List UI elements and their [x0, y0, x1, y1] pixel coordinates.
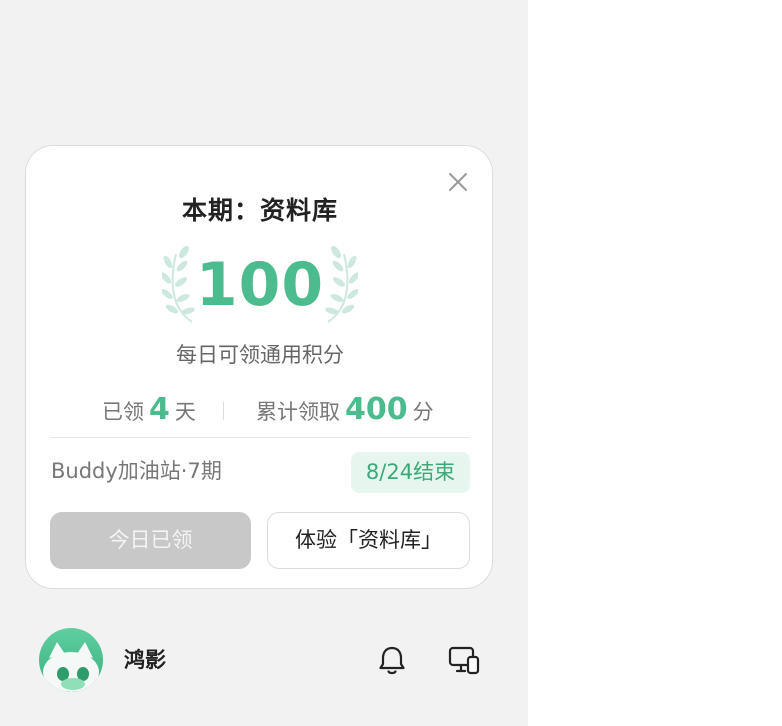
- page: 本期：资料库 100 每日可领通用积分 已领 4 天 累计领取 400 分 Bu…: [0, 0, 782, 726]
- points-value: 100: [195, 250, 325, 320]
- card-title: 本期：资料库: [181, 196, 338, 225]
- total-points-prefix: 累计领取: [256, 400, 340, 424]
- end-date-badge: 8/24结束: [351, 452, 470, 493]
- laurel-right-icon: [325, 245, 358, 323]
- claimed-days-stat: 已领 4 天: [102, 390, 196, 430]
- claimed-days-prefix: 已领: [102, 400, 144, 424]
- total-points-stat: 累计领取 400 分: [256, 390, 434, 430]
- stats-divider: [223, 402, 224, 420]
- claimed-days-value: 4: [149, 392, 170, 427]
- claimed-days-suffix: 天: [174, 400, 196, 424]
- card-divider: [50, 437, 470, 438]
- avatar[interactable]: [39, 628, 103, 692]
- device-switch-icon[interactable]: [446, 642, 482, 678]
- user-footer: 鸿影: [0, 625, 528, 695]
- points-description: 每日可领通用积分: [176, 343, 344, 367]
- claim-stats: 已领 4 天 累计领取 400 分: [26, 390, 494, 430]
- total-points-value: 400: [345, 392, 408, 427]
- daily-points-card: 本期：资料库 100 每日可领通用积分 已领 4 天 累计领取 400 分 Bu…: [25, 145, 493, 589]
- username: 鸿影: [124, 648, 166, 672]
- side-panel: 本期：资料库 100 每日可领通用积分 已领 4 天 累计领取 400 分 Bu…: [0, 0, 528, 726]
- event-name: Buddy加油站·7期: [51, 459, 222, 483]
- try-feature-button[interactable]: 体验「资料库」: [267, 512, 470, 569]
- bell-icon[interactable]: [374, 642, 410, 678]
- claimed-today-button[interactable]: 今日已领: [50, 512, 251, 569]
- total-points-suffix: 分: [412, 400, 434, 424]
